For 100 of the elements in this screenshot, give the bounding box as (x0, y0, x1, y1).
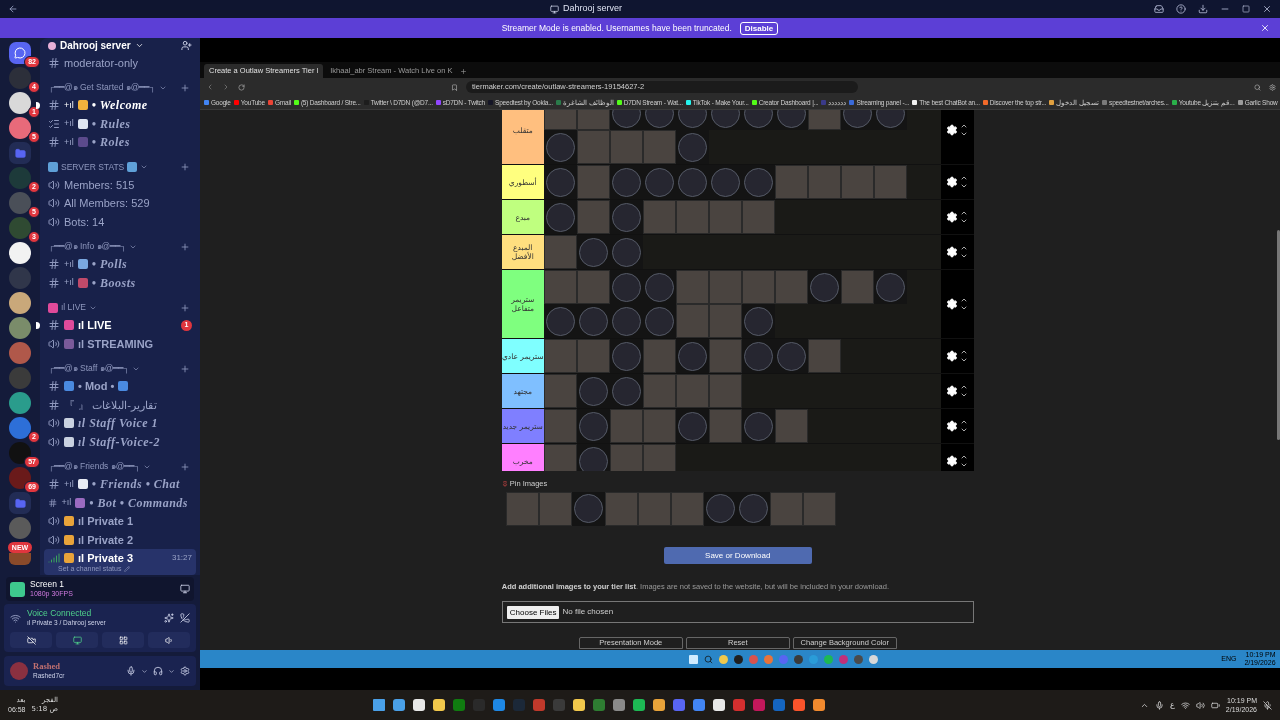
server-name[interactable]: Dahrooj server (60, 38, 131, 54)
category-label[interactable]: ┌━━@๑ Staff ๑@━━┐ (48, 362, 130, 375)
app-icon[interactable] (433, 699, 445, 711)
channel-name[interactable]: ıl Private 1 (78, 513, 134, 530)
category-label[interactable]: ┌━━@๑ Friends ๑@━━┐ (48, 460, 141, 473)
move-down-icon[interactable] (960, 304, 969, 312)
activities-button[interactable] (102, 632, 144, 648)
disable-button[interactable]: Disable (739, 21, 779, 35)
choose-files-button[interactable]: Choose Files (506, 605, 560, 619)
add-channel-icon[interactable] (180, 82, 190, 93)
app-icon[interactable] (573, 699, 585, 711)
disconnect-icon[interactable] (180, 613, 190, 623)
move-down-icon[interactable] (960, 461, 969, 469)
battery-icon[interactable] (1210, 700, 1220, 710)
add-channel-icon[interactable] (180, 363, 190, 374)
noise-suppression-icon[interactable] (164, 613, 174, 623)
channel-name[interactable]: ıl Private 2 (78, 531, 134, 548)
bookmark-icon[interactable] (451, 83, 458, 91)
channel-name[interactable]: All Members: 529 (64, 195, 150, 212)
app-icon[interactable] (653, 699, 665, 711)
category-label[interactable]: ┌━━@๑ Get Started ๑@━━┐ (48, 81, 156, 94)
app-icon[interactable] (393, 699, 405, 711)
move-down-icon[interactable] (960, 217, 969, 225)
save-button[interactable]: Save or Download (663, 547, 812, 564)
server-folder[interactable] (9, 142, 31, 164)
move-down-icon[interactable] (960, 426, 969, 434)
chevron-down-icon[interactable] (141, 667, 148, 675)
channel-name[interactable]: ıl Staff-Voice-2 (78, 432, 161, 451)
server-icon[interactable] (9, 92, 31, 114)
microphone-icon[interactable] (1155, 700, 1165, 710)
move-up-icon[interactable] (960, 296, 969, 304)
scrollbar-thumb[interactable] (1277, 230, 1280, 440)
channel-name[interactable]: ıl Private 3 (78, 550, 134, 567)
search-icon[interactable] (704, 654, 714, 664)
move-down-icon[interactable] (960, 252, 969, 260)
start-icon[interactable] (689, 654, 699, 664)
start-icon[interactable] (373, 699, 385, 711)
channel-name[interactable]: 『 』 تقارير-البلاغات (64, 396, 157, 413)
app-icon[interactable] (793, 699, 805, 711)
forward-icon[interactable] (222, 83, 230, 91)
category-label[interactable]: ┌━━@๑ Info ๑@━━┐ (48, 240, 127, 253)
channel-name[interactable]: • Boosts (91, 273, 136, 292)
move-up-icon[interactable] (960, 209, 969, 217)
add-channel-icon[interactable] (180, 162, 190, 172)
settings-icon[interactable] (180, 666, 190, 676)
server-icon[interactable] (9, 292, 31, 314)
search-icon[interactable] (1253, 83, 1261, 91)
app-icon[interactable] (413, 699, 425, 711)
channel-name[interactable]: ıl Staff Voice 1 (78, 414, 159, 433)
category-label[interactable]: ıl LIVE (61, 301, 87, 314)
move-up-icon[interactable] (960, 453, 969, 461)
channel-name[interactable]: Bots: 14 (64, 213, 105, 230)
inbox-icon[interactable] (1154, 4, 1164, 14)
channel-name[interactable]: • Bot • Commands (89, 493, 188, 512)
camera-button[interactable] (10, 632, 52, 648)
download-icon[interactable] (1198, 4, 1208, 14)
app-icon[interactable] (613, 699, 625, 711)
move-up-icon[interactable] (960, 348, 969, 356)
channel-name[interactable]: ıl STREAMING (78, 335, 154, 352)
add-channel-icon[interactable] (180, 241, 190, 252)
language-indicator[interactable]: ع (1170, 699, 1175, 711)
microphone-icon[interactable] (126, 666, 136, 676)
close-icon[interactable] (1262, 4, 1272, 14)
help-icon[interactable] (1176, 4, 1186, 14)
back-icon[interactable] (206, 83, 214, 91)
move-up-icon[interactable] (960, 383, 969, 391)
channel-name[interactable]: • Mod • (78, 378, 115, 395)
add-channel-icon[interactable] (180, 461, 190, 472)
move-down-icon[interactable] (960, 182, 969, 190)
reload-icon[interactable] (238, 83, 245, 91)
channel-name[interactable]: • Polls (91, 255, 128, 274)
maximize-icon[interactable] (1242, 5, 1250, 13)
move-down-icon[interactable] (960, 356, 969, 364)
back-icon[interactable] (8, 4, 18, 14)
move-up-icon[interactable] (960, 174, 969, 182)
channel-name[interactable]: • Rules (91, 114, 131, 133)
channel-name[interactable]: • Roles (91, 133, 130, 152)
new-tab-icon[interactable] (459, 68, 467, 75)
channel-name[interactable]: Members: 515 (64, 176, 135, 193)
channel-name[interactable]: moderator-only (64, 54, 138, 71)
stop-stream-icon[interactable] (180, 584, 190, 594)
volume-icon[interactable] (1195, 700, 1205, 710)
channel-name[interactable]: • Friends • Chat (91, 475, 180, 494)
soundboard-button[interactable] (148, 632, 190, 648)
app-icon[interactable] (633, 699, 645, 711)
file-input[interactable]: Choose Files No file chosen (501, 601, 974, 623)
chevron-down-icon[interactable] (168, 667, 175, 675)
app-icon[interactable] (713, 699, 725, 711)
screen-share-button[interactable] (56, 632, 98, 648)
channel-name[interactable]: • Welcome (91, 96, 148, 115)
headphones-icon[interactable] (153, 666, 163, 676)
move-up-icon[interactable] (960, 418, 969, 426)
channel-name[interactable]: ıl LIVE (78, 317, 112, 334)
close-icon[interactable] (1260, 23, 1270, 33)
move-up-icon[interactable] (960, 244, 969, 252)
invite-icon[interactable] (181, 40, 192, 52)
move-down-icon[interactable] (960, 391, 969, 399)
move-down-icon[interactable] (960, 130, 969, 138)
move-up-icon[interactable] (960, 122, 969, 130)
app-icon[interactable] (813, 699, 825, 711)
